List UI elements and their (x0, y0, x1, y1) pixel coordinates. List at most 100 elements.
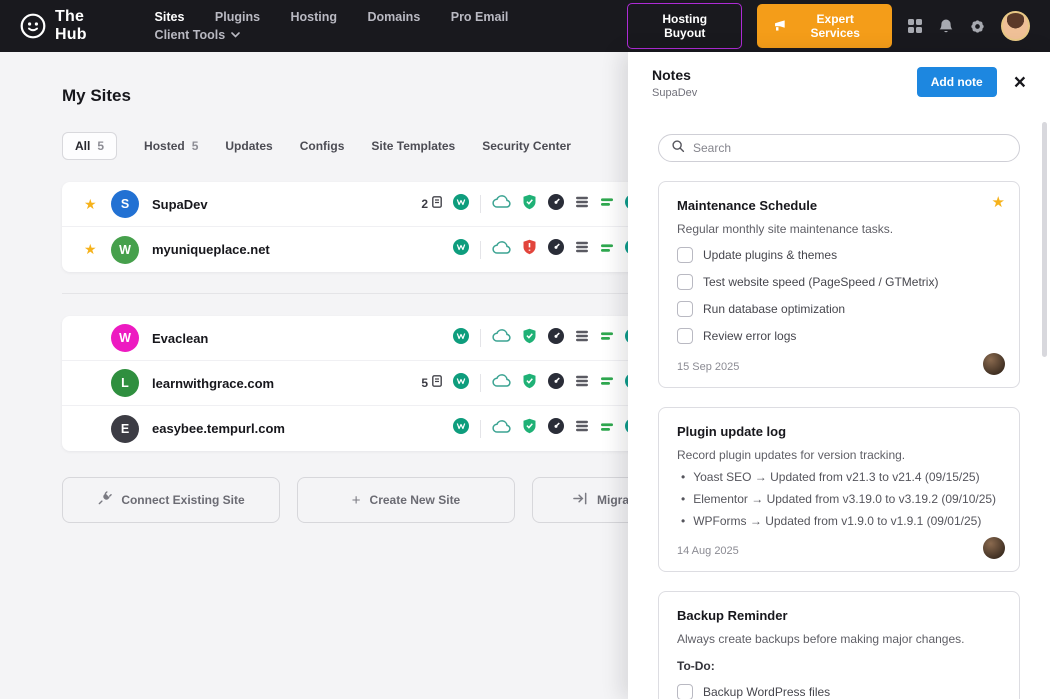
note-author-avatar (983, 353, 1005, 375)
analytics-bars-icon[interactable] (600, 241, 614, 259)
wpmudev-status-icon[interactable] (453, 328, 469, 349)
nav-item-plugins[interactable]: Plugins (215, 10, 260, 24)
navbar-actions: Hosting Buyout Expert Services (627, 3, 1030, 49)
notes-panel: Notes SupaDev Add note × Maintenance Sch… (628, 52, 1050, 699)
favorite-star-icon[interactable]: ★ (84, 196, 111, 213)
wpmudev-status-icon[interactable] (453, 239, 469, 260)
site-name[interactable]: easybee.tempurl.com (152, 421, 285, 436)
hosting-cloud-icon[interactable] (492, 328, 511, 348)
site-name[interactable]: learnwithgrace.com (152, 376, 274, 391)
checkbox[interactable] (677, 274, 693, 290)
note-card-maintenance-schedule[interactable]: Maintenance Schedule ★ Regular monthly s… (658, 181, 1020, 388)
checklist-label: Review error logs (703, 329, 796, 343)
tab-configs[interactable]: Configs (300, 133, 345, 159)
favorite-star-icon[interactable]: ★ (84, 241, 111, 258)
seo-stack-icon[interactable] (575, 329, 589, 348)
tab-security-center[interactable]: Security Center (482, 133, 571, 159)
top-navbar: The Hub Sites Plugins Hosting Domains Pr… (0, 0, 1050, 52)
hosting-buyout-button[interactable]: Hosting Buyout (627, 3, 742, 49)
note-title: Backup Reminder (677, 608, 1001, 623)
site-avatar: W (111, 236, 139, 264)
hub-logo-icon (20, 13, 46, 39)
megaphone-icon (772, 19, 786, 33)
gear-icon[interactable] (969, 18, 986, 35)
security-shield-icon[interactable] (522, 418, 537, 439)
wpmudev-status-icon[interactable] (453, 194, 469, 215)
performance-icon[interactable] (548, 373, 564, 394)
security-shield-icon[interactable] (522, 328, 537, 349)
primary-nav: Sites Plugins Hosting Domains Pro Email … (142, 8, 624, 44)
search-icon (671, 139, 685, 158)
wpmudev-status-icon[interactable] (453, 418, 469, 439)
search-input[interactable] (693, 141, 1007, 155)
tab-updates[interactable]: Updates (225, 133, 272, 159)
performance-icon[interactable] (548, 328, 564, 349)
security-shield-icon[interactable] (522, 194, 537, 215)
bullet-item: •Yoast SEO → Updated from v21.3 to v21.4… (677, 470, 1001, 484)
updates-count: 2 (421, 197, 428, 211)
tab-hosted[interactable]: Hosted 5 (144, 133, 198, 159)
note-author-avatar (983, 537, 1005, 559)
site-name[interactable]: SupaDev (152, 197, 208, 212)
security-shield-icon[interactable] (522, 239, 537, 260)
user-avatar[interactable] (1001, 11, 1030, 41)
icon-divider (480, 374, 481, 392)
seo-stack-icon[interactable] (575, 240, 589, 259)
tab-all-label: All (75, 139, 90, 153)
tab-all[interactable]: All 5 (62, 132, 117, 160)
analytics-bars-icon[interactable] (600, 420, 614, 438)
wpmudev-status-icon[interactable] (453, 373, 469, 394)
tab-site-templates[interactable]: Site Templates (371, 133, 455, 159)
expert-services-label: Expert Services (793, 12, 877, 40)
site-status-icons: 2 (414, 194, 641, 215)
checkbox[interactable] (677, 301, 693, 317)
seo-stack-icon[interactable] (575, 195, 589, 214)
create-new-site-button[interactable]: + Create New Site (297, 477, 515, 523)
tab-site-templates-label: Site Templates (371, 139, 455, 153)
note-card-plugin-update-log[interactable]: Plugin update log Record plugin updates … (658, 407, 1020, 572)
note-star-icon[interactable]: ★ (992, 193, 1005, 211)
analytics-bars-icon[interactable] (600, 195, 614, 213)
apps-grid-icon[interactable] (907, 18, 923, 34)
expert-services-button[interactable]: Expert Services (757, 4, 892, 48)
performance-icon[interactable] (548, 418, 564, 439)
migrate-arrow-icon (573, 491, 588, 509)
hosting-cloud-icon[interactable] (492, 194, 511, 214)
analytics-bars-icon[interactable] (600, 374, 614, 392)
checkbox[interactable] (677, 247, 693, 263)
panel-scrollbar[interactable] (1042, 122, 1047, 357)
updates-count: 5 (421, 376, 428, 390)
add-note-button[interactable]: Add note (917, 67, 997, 97)
site-name[interactable]: myuniqueplace.net (152, 242, 270, 257)
checklist-item: Review error logs (677, 328, 1001, 344)
hosting-cloud-icon[interactable] (492, 373, 511, 393)
icon-divider (480, 195, 481, 213)
nav-item-client-tools[interactable]: Client Tools (155, 28, 241, 42)
security-shield-icon[interactable] (522, 373, 537, 394)
seo-stack-icon[interactable] (575, 374, 589, 393)
seo-stack-icon[interactable] (575, 419, 589, 438)
nav-item-hosting[interactable]: Hosting (291, 10, 338, 24)
note-date: 15 Sep 2025 (677, 361, 1001, 373)
site-status-icons (414, 418, 641, 439)
bullet-item: •Elementor → Updated from v3.19.0 to v3.… (677, 492, 1001, 506)
nav-item-sites[interactable]: Sites (155, 10, 185, 24)
note-card-backup-reminder[interactable]: Backup Reminder Always create backups be… (658, 591, 1020, 699)
close-icon[interactable]: × (1014, 72, 1026, 93)
hub-logo[interactable]: The Hub (20, 8, 118, 44)
site-name[interactable]: Evaclean (152, 331, 208, 346)
updates-icon (432, 374, 442, 392)
performance-icon[interactable] (548, 239, 564, 260)
hosting-cloud-icon[interactable] (492, 419, 511, 439)
connect-existing-site-button[interactable]: Connect Existing Site (62, 477, 280, 523)
nav-item-domains[interactable]: Domains (367, 10, 420, 24)
site-avatar: S (111, 190, 139, 218)
nav-item-pro-email[interactable]: Pro Email (451, 10, 509, 24)
checkbox[interactable] (677, 328, 693, 344)
create-new-site-label: Create New Site (370, 493, 461, 507)
hosting-cloud-icon[interactable] (492, 240, 511, 260)
performance-icon[interactable] (548, 194, 564, 215)
bell-icon[interactable] (938, 18, 954, 35)
analytics-bars-icon[interactable] (600, 329, 614, 347)
checkbox[interactable] (677, 684, 693, 699)
